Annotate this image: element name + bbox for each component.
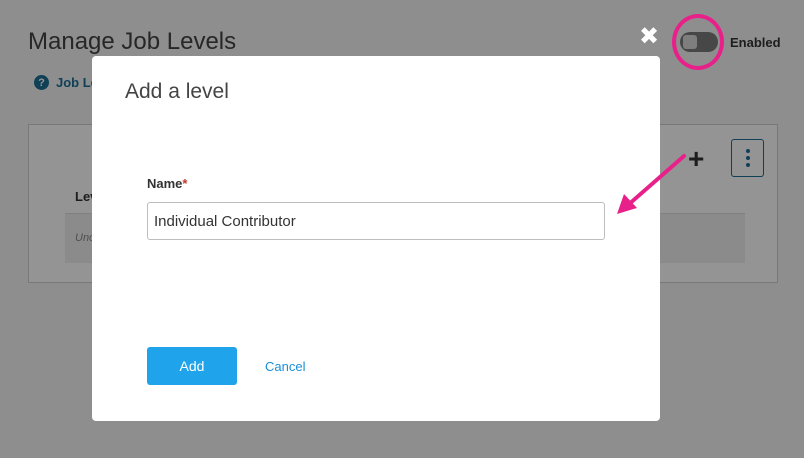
annotation-arrow (617, 154, 686, 214)
